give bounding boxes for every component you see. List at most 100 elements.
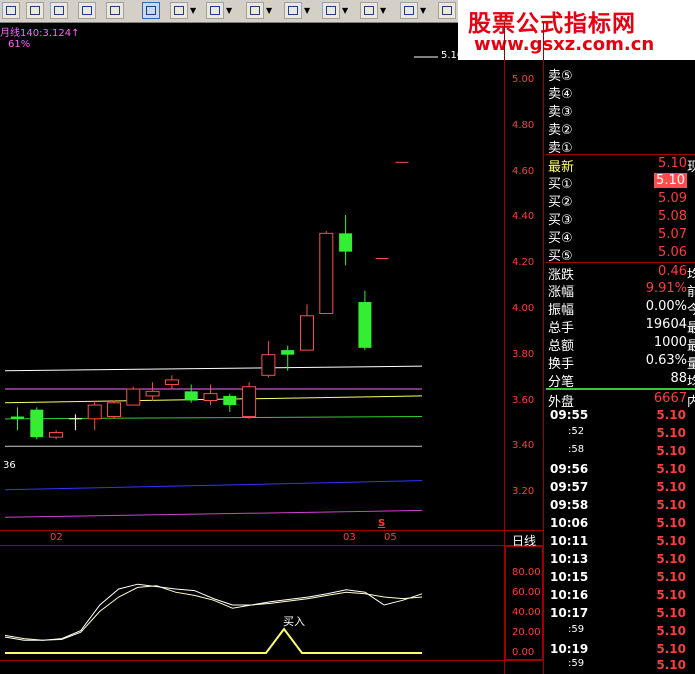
candle-body-up	[164, 379, 179, 385]
candle-body-up	[49, 432, 64, 438]
candle-body-down	[223, 395, 237, 406]
sell-marker: S	[378, 518, 386, 529]
tick-price: 5.10	[656, 570, 686, 584]
tick-time: :59	[568, 658, 585, 669]
xaxis-label-03: 03	[343, 532, 356, 543]
indicator-axis-box	[505, 546, 543, 660]
tick-row: 10:15 5.10	[546, 568, 695, 586]
tick-time: :58	[568, 444, 585, 455]
osc-line-white	[4, 583, 423, 641]
buy-signal-label: 买入	[283, 615, 305, 628]
price-tick-label: 4.20	[512, 257, 535, 269]
quote-row: 买③ 5.08	[546, 208, 695, 228]
tick-row: 09:58 5.10	[546, 496, 695, 514]
tick-row: 10:17 5.10	[546, 604, 695, 622]
quote-row: 卖⑤	[546, 64, 695, 84]
candle-body-down	[184, 391, 198, 401]
candle-body-up	[107, 402, 121, 418]
quote-row: 买⑤ 5.06	[546, 244, 695, 264]
tick-row: 09:56 5.10	[546, 460, 695, 478]
tick-time: :52	[568, 426, 585, 437]
quote-row: 买① 5.10	[546, 172, 695, 192]
buy-signal-line	[5, 627, 422, 654]
quote-value: 0.46	[658, 264, 687, 279]
quote-row: 换手 0.63% 量	[546, 352, 695, 372]
tick-row: 10:13 5.10	[546, 550, 695, 568]
candle-body-up	[300, 315, 314, 351]
tick-time: 09:57	[550, 480, 589, 494]
candle-body-up	[319, 232, 334, 314]
quote-value: 5.06	[658, 245, 687, 260]
price-tick-label: 3.60	[512, 394, 535, 406]
quote-row: 振幅 0.00% 今	[546, 298, 695, 318]
tick-row: :59 5.10	[546, 622, 695, 640]
candlestick-chart	[4, 56, 438, 654]
quote-row: 涨幅 9.91% 前	[546, 280, 695, 300]
tick-row: :52 5.10	[546, 424, 695, 442]
indicator-tick-label: 20.00	[512, 627, 541, 638]
candle-body-down	[339, 233, 353, 252]
tick-price: 5.10	[656, 426, 686, 440]
tick-time: 10:15	[550, 570, 589, 584]
tick-time: :59	[568, 624, 585, 635]
tick-price: 5.10	[656, 480, 686, 494]
tick-row: 10:11 5.10	[546, 532, 695, 550]
candle-body-down	[358, 302, 372, 348]
tick-price: 5.10	[656, 408, 686, 422]
indicator-tick-label: 40.00	[512, 607, 541, 618]
candle-body-up	[242, 386, 257, 418]
quote-row: 最新 5.10 现	[546, 154, 695, 175]
tick-price: 5.10	[656, 552, 686, 566]
quote-value: 5.10	[658, 156, 687, 171]
quote-row: 分笔 88 均	[546, 370, 695, 390]
tick-time: 10:11	[550, 534, 589, 548]
quote-value: 6667	[653, 391, 687, 406]
quote-panel-divider	[543, 22, 544, 674]
quote-row: 总额 1000 最	[546, 334, 695, 354]
tick-price: 5.10	[656, 624, 686, 638]
quote-row: 卖②	[546, 118, 695, 138]
candle-body-up	[87, 404, 102, 420]
indicator-tick-label: 0.00	[512, 647, 535, 658]
tick-price: 5.10	[656, 588, 686, 602]
ma-white-line	[4, 365, 423, 372]
quote-row: 总手 19604 最	[546, 316, 695, 336]
tick-time: 09:58	[550, 498, 589, 512]
quote-row: 卖③	[546, 100, 695, 120]
indicator-tick-label: 60.00	[512, 587, 541, 598]
quote-row: 买② 5.09	[546, 190, 695, 210]
tick-row: 10:06 5.10	[546, 514, 695, 532]
quote-value: 5.07	[658, 227, 687, 242]
candle-body-up	[126, 388, 141, 406]
quote-row: 卖④	[546, 82, 695, 102]
price-tick-label: 4.00	[512, 302, 535, 314]
quote-value: 0.63%	[645, 353, 687, 368]
quote-row: 买④ 5.07	[546, 226, 695, 246]
quote-value: 1000	[653, 335, 687, 350]
price-tick-label: 3.80	[512, 348, 535, 360]
tick-row: 10:16 5.10	[546, 586, 695, 604]
tick-row: :58 5.10	[546, 442, 695, 460]
indicator-tick-label: 80.00	[512, 567, 541, 578]
price-tick-label: 4.40	[512, 211, 535, 223]
ma-blue-line	[4, 480, 423, 491]
quote-row: 外盘 6667 内	[546, 388, 695, 410]
candle-body-down	[281, 350, 295, 355]
tick-price: 5.10	[656, 658, 686, 672]
tick-time: 10:06	[550, 516, 589, 530]
quote-value: 5.10	[654, 173, 687, 188]
candle-body-up	[203, 393, 218, 402]
quote-value: 0.00%	[645, 299, 687, 314]
candle-body-up	[261, 354, 276, 376]
tick-price: 5.10	[656, 642, 686, 656]
tick-time: 10:17	[550, 606, 589, 620]
quote-value: 9.91%	[645, 281, 687, 296]
tick-time: 10:19	[550, 642, 589, 656]
candle-body-down	[30, 409, 44, 438]
quote-value: 5.08	[658, 209, 687, 224]
ma-purple-line	[4, 509, 423, 518]
candle-body-up	[145, 390, 160, 397]
tick-time: 10:16	[550, 588, 589, 602]
price-tick-label: 3.40	[512, 440, 535, 452]
price-tick-label: 4.80	[512, 119, 535, 131]
